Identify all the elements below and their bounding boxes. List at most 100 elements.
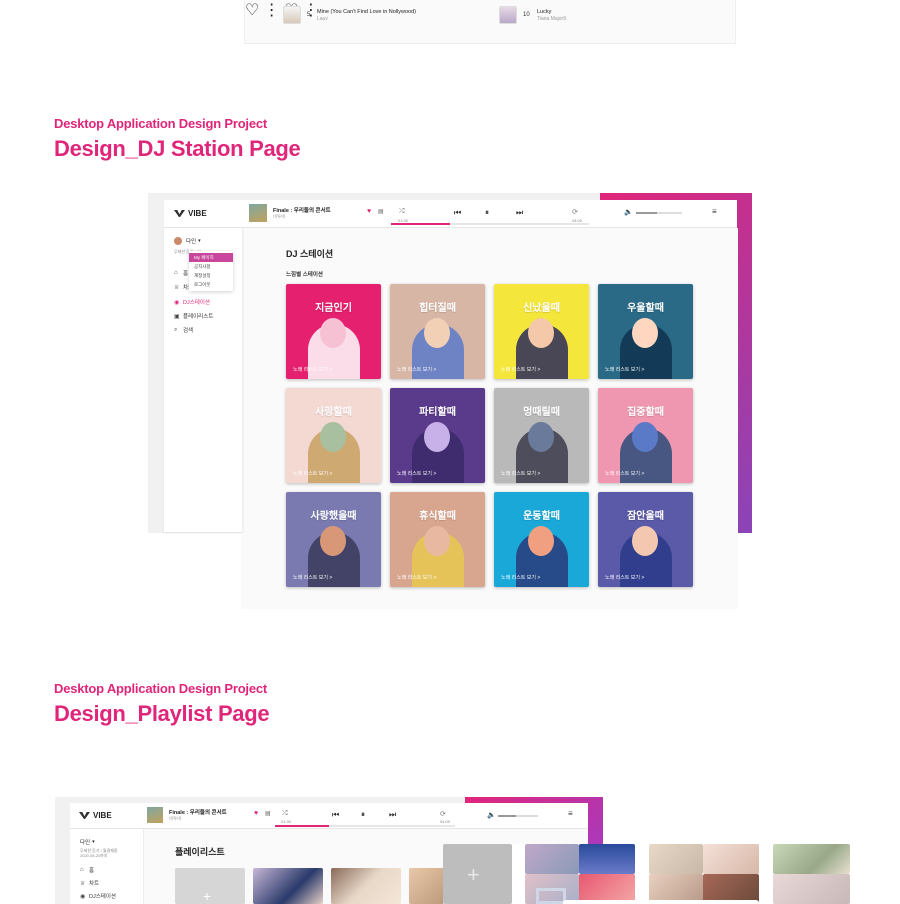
menu-item-notice[interactable]: 공지사항 <box>189 262 233 271</box>
view-song-list-link[interactable]: 노래 리스트 보기 > <box>605 470 644 477</box>
time-total: 04:00 <box>440 819 451 824</box>
playlist-cover[interactable] <box>773 844 850 874</box>
repeat-icon[interactable]: ⟳ <box>572 208 578 216</box>
dj-station-card[interactable]: 사랑했을때 노래 리스트 보기 > <box>286 492 381 587</box>
repeat-icon[interactable]: ⟳ <box>440 810 446 818</box>
plus-icon: + <box>203 888 212 904</box>
player-bar: VIBE Finale : 우리들의 콘서트 비투비 ♥ ▤ ⤮ 01:30 ⏮… <box>164 200 737 228</box>
menu-item-my-page[interactable]: My 페이지 <box>189 253 233 262</box>
app-logo[interactable]: VIBE <box>79 811 112 820</box>
view-song-list-link[interactable]: 노래 리스트 보기 > <box>501 574 540 581</box>
dj-station-card[interactable]: 힙터질때 노래 리스트 보기 > <box>390 284 485 379</box>
previous-icon[interactable]: ⏮ <box>332 810 339 820</box>
dj-station-card[interactable]: 사랑할때 노래 리스트 보기 > <box>286 388 381 483</box>
menu-item-account-settings[interactable]: 계정설정 <box>189 271 233 280</box>
avatar[interactable] <box>174 237 182 245</box>
now-playing-title: Finale : 우리들의 콘서트 <box>273 208 331 214</box>
volume-icon[interactable]: 🔈 <box>624 208 633 216</box>
station-label: 우울할때 <box>627 303 664 314</box>
search-icon: ⌕ <box>174 326 178 333</box>
playlist-cover[interactable] <box>773 874 850 904</box>
trophy-icon: ♕ <box>174 284 180 291</box>
playlist-cover[interactable] <box>331 868 401 904</box>
pause-icon[interactable]: ⏸ <box>361 810 365 820</box>
section-title: Design_Playlist Page <box>54 701 270 726</box>
pause-icon[interactable]: ⏸ <box>485 208 489 218</box>
progress-bar[interactable] <box>275 825 455 827</box>
playlist-cover[interactable] <box>703 844 759 874</box>
lyrics-icon[interactable]: ▤ <box>265 810 271 817</box>
user-name[interactable]: 다인 <box>80 838 90 846</box>
dj-station-card[interactable]: 신났을때 노래 리스트 보기 > <box>494 284 589 379</box>
view-song-list-link[interactable]: 노래 리스트 보기 > <box>501 366 540 373</box>
now-playing-thumbnail[interactable] <box>249 204 267 222</box>
view-song-list-link[interactable]: 노래 리스트 보기 > <box>605 574 644 581</box>
sidebar-item-chart[interactable]: 차트 <box>89 879 99 887</box>
progress-bar[interactable] <box>391 223 589 225</box>
sidebar-item-dj-station[interactable]: DJ스테이션 <box>183 298 210 306</box>
user-dropdown-menu: My 페이지 공지사항 계정설정 로그아웃 <box>189 251 233 291</box>
station-illustration-face <box>528 422 554 452</box>
queue-icon[interactable]: ≡ <box>568 809 573 818</box>
dj-station-card[interactable]: 집중할때 노래 리스트 보기 > <box>598 388 693 483</box>
dj-station-card[interactable]: 우울할때노래 리스트 보기 > <box>598 284 693 379</box>
overlay-panel-edge <box>563 900 759 904</box>
app-logo[interactable]: VIBE <box>174 209 207 218</box>
shuffle-icon[interactable]: ⤮ <box>399 208 405 216</box>
heart-icon[interactable]: ♡ <box>245 2 259 19</box>
playlist-cover[interactable] <box>649 844 703 874</box>
home-icon: ⌂ <box>80 867 84 873</box>
heart-icon[interactable]: ♥ <box>367 208 371 215</box>
user-name[interactable]: 다인 <box>186 237 196 245</box>
track-title: Mine (You Can't Find Love in Nollywood) <box>317 8 416 15</box>
playlist-cover[interactable] <box>253 868 323 904</box>
dj-station-card[interactable]: 운동할때 노래 리스트 보기 > <box>494 492 589 587</box>
shuffle-icon[interactable]: ⤮ <box>282 810 288 818</box>
track-number: 10 <box>523 12 530 18</box>
station-illustration-face <box>528 526 554 556</box>
vibe-logo-icon <box>79 812 90 819</box>
track-row[interactable]: 5 Mine (You Can't Find Love in Nollywood… <box>283 4 416 26</box>
volume-icon[interactable]: 🔈 <box>487 811 496 819</box>
sidebar-item-home[interactable]: 홈 <box>89 866 94 874</box>
dj-station-card[interactable]: 지금인기 노래 리스트 보기 > <box>286 284 381 379</box>
home-icon: ⌂ <box>174 270 178 276</box>
view-song-list-link[interactable]: 노래 리스트 보기 > <box>293 470 332 477</box>
track-number: 5 <box>307 12 311 18</box>
more-icon[interactable]: ⋮ <box>264 2 280 19</box>
heart-icon[interactable]: ♥ <box>254 810 258 817</box>
menu-item-logout[interactable]: 로그아웃 <box>189 280 233 289</box>
chevron-down-icon[interactable]: ▾ <box>198 238 201 244</box>
dj-station-card[interactable]: 멍때릴때 노래 리스트 보기 > <box>494 388 589 483</box>
view-song-list-link[interactable]: 노래 리스트 보기 > <box>293 366 332 373</box>
lyrics-icon[interactable]: ▤ <box>378 208 384 215</box>
page-title: 플레이리스트 <box>175 847 225 857</box>
view-song-list-link[interactable]: 노래 리스트 보기 > <box>397 574 436 581</box>
now-playing-thumbnail[interactable] <box>147 807 163 823</box>
dj-station-card[interactable]: 파티할때 노래 리스트 보기 > <box>390 388 485 483</box>
next-icon[interactable]: ⏭ <box>516 208 523 218</box>
view-song-list-link[interactable]: 노래 리스트 보기 > <box>397 470 436 477</box>
sidebar-item-home[interactable]: 홈 <box>183 269 188 277</box>
add-playlist-tile[interactable]: + <box>443 844 512 904</box>
volume-slider[interactable] <box>498 815 538 817</box>
playlist-cover[interactable] <box>525 844 579 874</box>
sidebar-item-playlist[interactable]: 플레이리스트 <box>183 312 213 320</box>
view-song-list-link[interactable]: 노래 리스트 보기 > <box>605 366 644 373</box>
chevron-down-icon[interactable]: ▾ <box>92 839 95 845</box>
track-row[interactable]: 10 Lucky Tiana Major9 <box>499 4 566 26</box>
sidebar-item-search[interactable]: 검색 <box>183 326 193 334</box>
volume-slider[interactable] <box>636 212 682 214</box>
view-song-list-link[interactable]: 노래 리스트 보기 > <box>397 366 436 373</box>
view-song-list-link[interactable]: 노래 리스트 보기 > <box>293 574 332 581</box>
playlist-cover[interactable] <box>579 844 635 874</box>
next-icon[interactable]: ⏭ <box>389 810 396 820</box>
dj-station-card[interactable]: 휴식할때 노래 리스트 보기 > <box>390 492 485 587</box>
sidebar-item-dj-station[interactable]: DJ스테이션 <box>89 892 116 900</box>
view-song-list-link[interactable]: 노래 리스트 보기 > <box>501 470 540 477</box>
queue-icon[interactable]: ≡ <box>712 207 717 216</box>
add-playlist-tile[interactable]: + <box>175 868 245 904</box>
previous-icon[interactable]: ⏮ <box>454 208 461 218</box>
dj-station-card[interactable]: 잠안올때 노래 리스트 보기 > <box>598 492 693 587</box>
station-illustration-face <box>320 422 346 452</box>
